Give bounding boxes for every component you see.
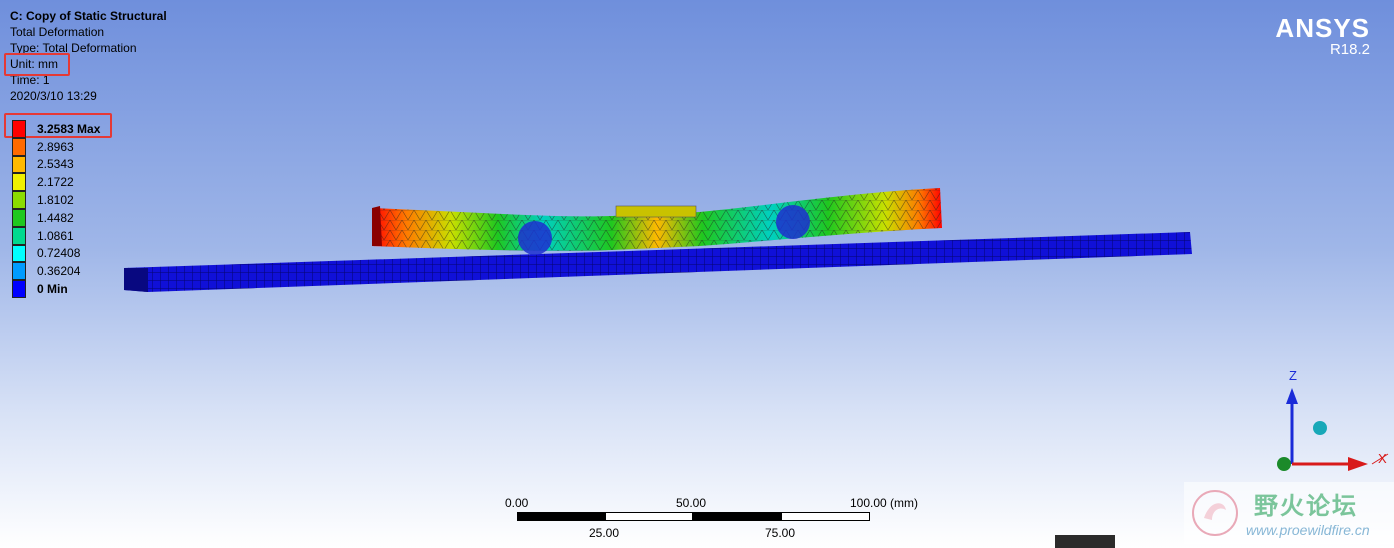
triad-z-label: Z — [1289, 368, 1297, 383]
scale-label-100: 100.00 (mm) — [850, 496, 919, 510]
support-hole-left — [518, 221, 552, 255]
scale-segment — [781, 512, 870, 521]
model-viewport[interactable]: Z X — [0, 0, 1394, 548]
scale-segment — [517, 512, 605, 521]
watermark-url: www.proewildfire.cn — [1246, 522, 1370, 538]
scale-segment — [605, 512, 693, 521]
scale-label-0: 0.00 — [505, 496, 529, 510]
scale-segment — [693, 512, 781, 521]
scale-bar: 0.00 50.00 100.00 (mm) 25.00 75.00 — [505, 496, 918, 546]
forum-watermark: 野火论坛 www.proewildfire.cn — [1184, 482, 1394, 544]
watermark-title: 野火论坛 — [1254, 493, 1358, 520]
scale-label-50: 50.00 — [676, 496, 707, 510]
triad-x-label: X — [1378, 451, 1387, 466]
window-edge-fragment — [1055, 535, 1115, 548]
coordinate-triad — [1277, 388, 1389, 471]
scale-label-25: 25.00 — [589, 526, 620, 540]
load-block — [615, 205, 697, 218]
scale-label-75: 75.00 — [765, 526, 796, 540]
watermark-logo-icon — [1192, 490, 1238, 536]
support-hole-right — [776, 205, 810, 239]
